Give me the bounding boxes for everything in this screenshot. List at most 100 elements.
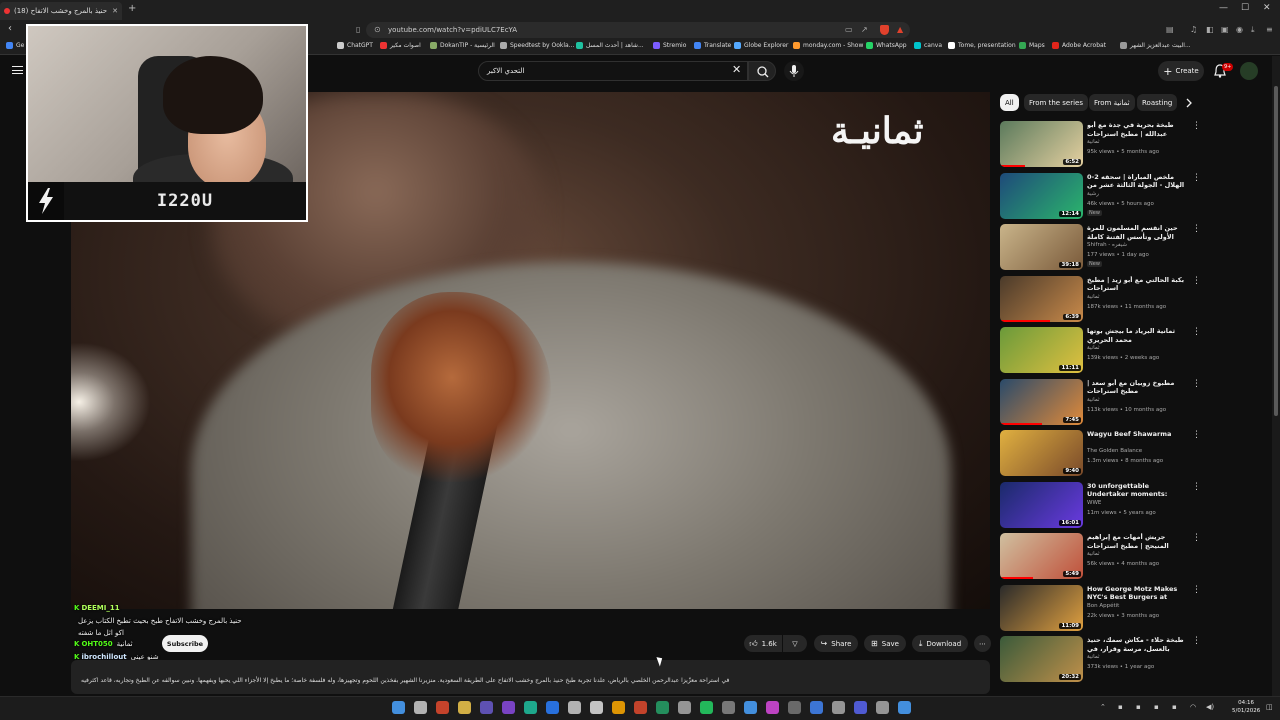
start-menu-icon[interactable] bbox=[392, 701, 405, 714]
video-thumbnail[interactable]: 5:49 bbox=[1000, 533, 1083, 579]
filter-chip[interactable]: All bbox=[1000, 94, 1019, 111]
notification-center-icon[interactable]: ◫ bbox=[1266, 703, 1273, 711]
taskbar-app-icon[interactable] bbox=[480, 701, 493, 714]
channel-name[interactable]: The Golden Balance bbox=[1087, 448, 1142, 454]
taskbar-app-icon[interactable] bbox=[634, 701, 647, 714]
video-thumbnail[interactable]: 6:39 bbox=[1000, 275, 1083, 322]
save-button[interactable]: ⊞ Save bbox=[864, 635, 906, 652]
bookmark-item[interactable]: Tome, presentation bbox=[948, 42, 1016, 49]
taskbar-app-icon[interactable] bbox=[656, 701, 669, 714]
like-button[interactable]: 👍︎ 1.6k bbox=[744, 635, 782, 652]
bookmark-item[interactable]: Adobe Acrobat bbox=[1052, 42, 1106, 49]
filter-chip[interactable]: Roasting bbox=[1137, 94, 1178, 111]
taskbar-app-icon[interactable] bbox=[590, 701, 603, 714]
bookmark-page-icon[interactable]: ▯ bbox=[356, 25, 360, 34]
search-button[interactable] bbox=[748, 61, 776, 81]
new-tab-button[interactable]: + bbox=[128, 3, 136, 14]
video-thumbnail[interactable]: 39:18 bbox=[1000, 224, 1083, 270]
bookmark-item[interactable]: WhatsApp bbox=[866, 42, 907, 49]
filter-chip[interactable]: From the series bbox=[1024, 94, 1089, 111]
dislike-button[interactable]: ▽ bbox=[783, 635, 807, 652]
back-icon[interactable]: ‹ bbox=[8, 23, 12, 34]
tray-app-icon[interactable]: ▪ bbox=[1118, 703, 1123, 711]
channel-name[interactable]: ثمانية bbox=[1087, 139, 1100, 145]
taskbar-app-icon[interactable] bbox=[832, 701, 845, 714]
menu-icon[interactable]: ≡ bbox=[1266, 25, 1273, 34]
search-input[interactable]: التحدي الاكبر bbox=[478, 61, 748, 81]
more-vert-icon[interactable]: ⋮ bbox=[1192, 636, 1201, 646]
taskbar-app-icon[interactable] bbox=[810, 701, 823, 714]
taskbar-app-icon[interactable] bbox=[788, 701, 801, 714]
bookmark-item[interactable]: DokanTIP - الرئيسية bbox=[430, 42, 495, 49]
site-info-icon[interactable]: ⊙ bbox=[374, 25, 381, 34]
recommended-video[interactable]: 39:18 حين انقسم المسلمون للمرة الأولى وتأ… bbox=[1000, 224, 1201, 270]
recommended-video[interactable]: 6:39 بكبة الحالتي مع أبو زيد | مطبخ استرا… bbox=[1000, 275, 1201, 322]
wallet-icon[interactable]: ▣ bbox=[1221, 25, 1229, 34]
bookmark-item[interactable]: canva bbox=[914, 42, 942, 49]
more-vert-icon[interactable]: ⋮ bbox=[1192, 585, 1201, 595]
channel-name[interactable]: ثمانية bbox=[1087, 551, 1100, 557]
taskbar-app-icon[interactable] bbox=[436, 701, 449, 714]
share-page-icon[interactable]: ↗ bbox=[861, 25, 868, 34]
bookmark-item[interactable]: شاهد | أحدث المسل... bbox=[576, 42, 644, 49]
bookmark-item[interactable]: monday.com - Show bbox=[793, 42, 863, 49]
taskbar-app-icon[interactable] bbox=[502, 701, 515, 714]
more-vert-icon[interactable]: ⋮ bbox=[1192, 533, 1201, 543]
video-title[interactable]: Wagyu Beef Shawarma bbox=[1087, 430, 1187, 439]
more-vert-icon[interactable]: ⋮ bbox=[1192, 327, 1201, 337]
minimize-icon[interactable]: — bbox=[1219, 3, 1228, 13]
taskbar-app-icon[interactable] bbox=[700, 701, 713, 714]
channel-name[interactable]: ثمانية bbox=[1087, 294, 1100, 300]
clear-search-icon[interactable]: ✕ bbox=[732, 63, 741, 76]
channel-name[interactable]: Shifrah - شيفره bbox=[1087, 242, 1127, 248]
taskbar-app-icon[interactable] bbox=[876, 701, 889, 714]
sidebar-icon[interactable]: ▤ bbox=[1166, 25, 1174, 34]
video-title[interactable]: مطبوخ زوبيان مع أبو سعد | مطبخ استراحات bbox=[1087, 379, 1187, 396]
taskbar-app-icon[interactable] bbox=[854, 701, 867, 714]
clock[interactable]: 04:16 5/01/2026 bbox=[1232, 699, 1260, 715]
video-thumbnail[interactable]: 6:52 bbox=[1000, 121, 1083, 167]
recommended-video[interactable]: 12:14 ملخص المباراة | سحقه 2-0 الهلال - ا… bbox=[1000, 172, 1201, 219]
extensions-icon[interactable]: ◧ bbox=[1206, 25, 1214, 34]
more-actions-button[interactable]: ⋯ bbox=[974, 635, 991, 652]
channel-name[interactable]: Bon Appétit bbox=[1087, 603, 1119, 609]
taskbar-search-icon[interactable] bbox=[414, 701, 427, 714]
bookmark-item[interactable]: Translate bbox=[694, 42, 731, 49]
create-button[interactable]: + Create bbox=[1158, 61, 1204, 81]
avatar[interactable] bbox=[1240, 62, 1258, 80]
recommended-video[interactable]: 16:01 30 unforgettable Undertaker moments… bbox=[1000, 481, 1201, 528]
video-title[interactable]: 30 unforgettable Undertaker moments: WWE… bbox=[1087, 482, 1187, 499]
more-vert-icon[interactable]: ⋮ bbox=[1192, 173, 1201, 183]
video-title[interactable]: ملخص المباراة | سحقه 2-0 الهلال - الجولة… bbox=[1087, 173, 1187, 190]
channel-name[interactable]: ثمانية bbox=[1087, 654, 1100, 660]
recommended-video[interactable]: 9:40 Wagyu Beef Shawarma The Golden Balanc… bbox=[1000, 430, 1201, 476]
video-description[interactable]: في استراحة معزّيزا عبدالرحمن الخلصي بالر… bbox=[71, 660, 990, 694]
bookmark-item[interactable]: البيت عبدالعزيز الشهر... bbox=[1120, 42, 1191, 49]
download-list-icon[interactable]: ⤓ bbox=[1251, 25, 1255, 35]
video-title[interactable]: بكبة الحالتي مع أبو زيد | مطبخ استراحات bbox=[1087, 276, 1187, 293]
share-button[interactable]: ↪ Share bbox=[814, 635, 858, 652]
video-thumbnail[interactable]: 11:11 bbox=[1000, 327, 1083, 373]
video-thumbnail[interactable]: 9:40 bbox=[1000, 430, 1083, 476]
taskbar-app-icon[interactable] bbox=[524, 701, 537, 714]
taskbar-app-icon[interactable] bbox=[898, 701, 911, 714]
taskbar-app-icon[interactable] bbox=[766, 701, 779, 714]
video-title[interactable]: ثمانية البرياد ما بيجش بوتها محمد الحرير… bbox=[1087, 327, 1187, 344]
taskbar-app-icon[interactable] bbox=[458, 701, 471, 714]
menu-hamburger-icon[interactable] bbox=[12, 66, 23, 74]
bookmark-item[interactable]: Stremio bbox=[653, 42, 686, 49]
channel-name[interactable]: ثمانية bbox=[1087, 397, 1100, 403]
close-tab-icon[interactable]: ✕ bbox=[112, 7, 118, 15]
taskbar-app-icon[interactable] bbox=[568, 701, 581, 714]
video-thumbnail[interactable]: 11:09 bbox=[1000, 584, 1083, 631]
video-thumbnail[interactable]: 12:14 bbox=[1000, 172, 1083, 219]
filter-chip[interactable]: From ثمانية bbox=[1089, 94, 1135, 111]
bookmark-item[interactable]: Globe Explorer bbox=[734, 42, 788, 49]
recommended-video[interactable]: 20:32 طبخة حلاء - مكاش سمك، حنيذ بالعسل، … bbox=[1000, 636, 1201, 682]
channel-name[interactable]: WWE bbox=[1087, 500, 1101, 506]
profile-icon[interactable]: ◉ bbox=[1236, 25, 1243, 34]
channel-name[interactable]: رشية bbox=[1087, 191, 1099, 197]
bookmark-item[interactable]: اصوات مكير bbox=[380, 42, 421, 49]
video-thumbnail[interactable]: 7:45 bbox=[1000, 378, 1083, 425]
bookmark-item[interactable]: ChatGPT bbox=[337, 42, 373, 49]
